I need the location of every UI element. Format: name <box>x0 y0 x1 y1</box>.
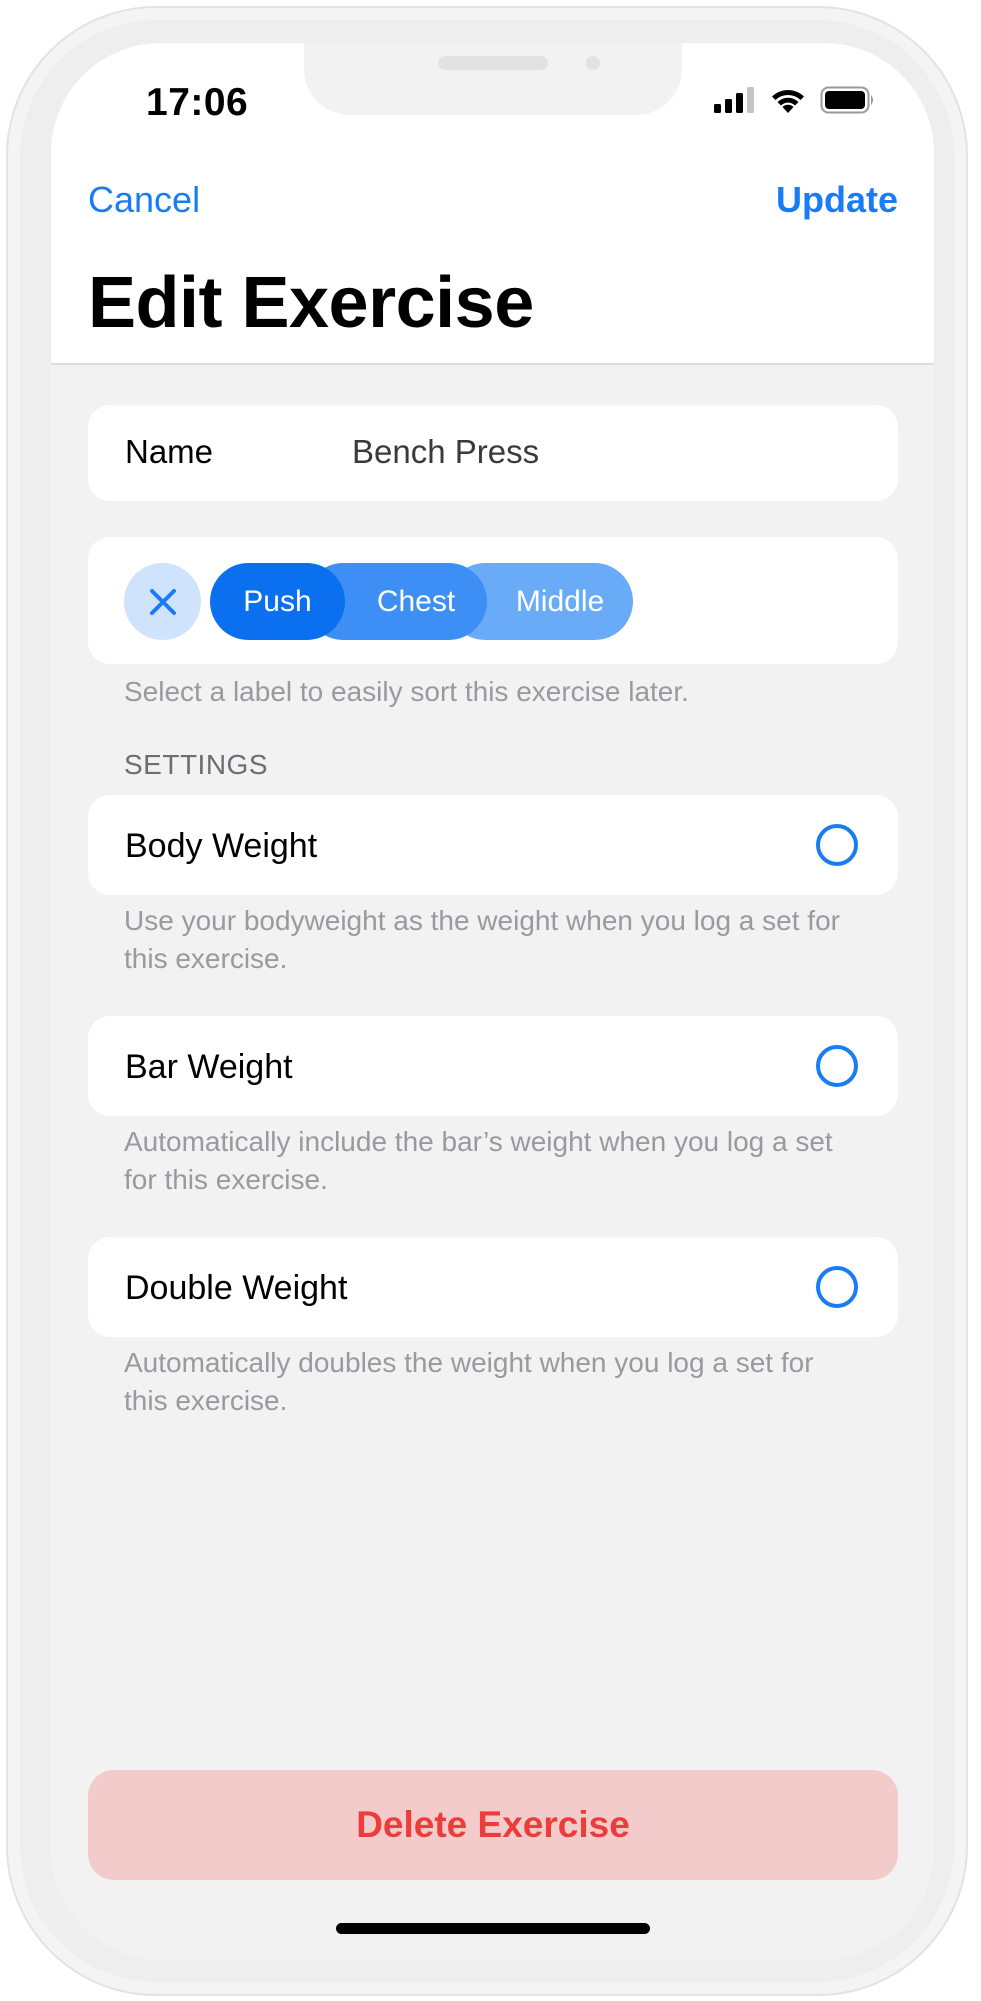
battery-icon <box>820 86 873 114</box>
body-weight-label: Body Weight <box>125 827 318 865</box>
speaker-grille <box>438 56 548 70</box>
bar-weight-label: Bar Weight <box>125 1048 293 1086</box>
page-title: Edit Exercise <box>88 263 534 343</box>
exercise-name-input[interactable] <box>352 433 852 471</box>
device-notch <box>304 43 682 115</box>
bar-weight-row[interactable]: Bar Weight <box>88 1016 898 1116</box>
body-weight-row[interactable]: Body Weight <box>88 795 898 895</box>
close-icon <box>149 588 176 615</box>
home-indicator[interactable] <box>336 1923 650 1934</box>
front-camera <box>586 56 600 70</box>
settings-section-header: SETTINGS <box>124 749 269 780</box>
status-time: 17:06 <box>146 81 249 124</box>
double-weight-radio[interactable] <box>816 1266 858 1308</box>
label-tags: Push Chest Middle <box>210 563 633 640</box>
labels-row: Push Chest Middle <box>88 537 898 664</box>
body-weight-radio[interactable] <box>816 824 858 866</box>
name-row: Name <box>88 405 898 501</box>
label-tag-push[interactable]: Push <box>210 563 345 640</box>
app-screen: 17:06 Cancel Update Edit Exercise Name B… <box>51 43 934 1960</box>
navigation-header: 17:06 Cancel Update Edit Exercise <box>51 43 934 365</box>
update-button[interactable]: Update <box>776 179 898 221</box>
double-weight-helper-text: Automatically doubles the weight when yo… <box>124 1347 814 1416</box>
name-label: Name <box>125 433 214 470</box>
double-weight-row[interactable]: Double Weight <box>88 1237 898 1337</box>
delete-exercise-button[interactable]: Delete Exercise <box>88 1770 898 1880</box>
clear-labels-button[interactable] <box>124 563 201 640</box>
wifi-icon <box>772 90 804 113</box>
body-weight-helper-text: Use your bodyweight as the weight when y… <box>124 905 840 974</box>
cancel-button[interactable]: Cancel <box>88 179 200 221</box>
bar-weight-radio[interactable] <box>816 1045 858 1087</box>
status-icons <box>714 85 876 115</box>
labels-helper-text: Select a label to easily sort this exerc… <box>124 676 689 707</box>
bar-weight-helper-text: Automatically include the bar’s weight w… <box>124 1126 833 1195</box>
double-weight-label: Double Weight <box>125 1269 348 1307</box>
signal-icon <box>714 87 754 113</box>
